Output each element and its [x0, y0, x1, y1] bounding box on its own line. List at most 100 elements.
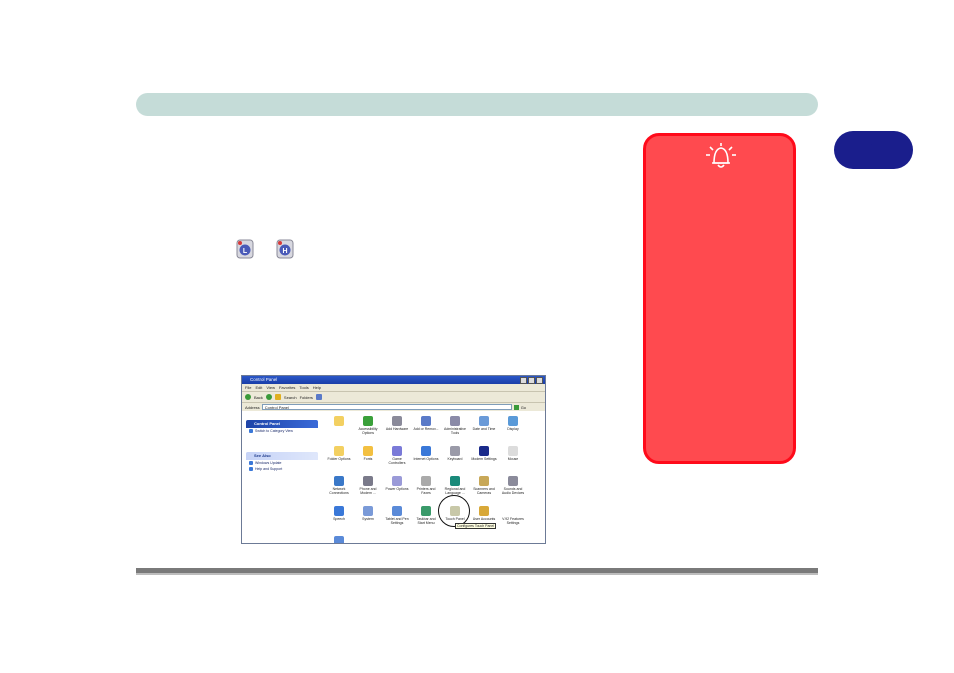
control-panel-item-label: Add or Remov... — [413, 427, 439, 431]
control-panel-item[interactable]: Phone and Modem ... — [355, 476, 381, 495]
minimize-button[interactable] — [520, 377, 527, 384]
control-panel-item-label: Taskbar and Start Menu — [416, 517, 436, 525]
pane-title-see-also[interactable]: See Also — [246, 452, 318, 460]
control-panel-item-icon — [334, 446, 344, 456]
control-panel-item-label: User Accounts — [472, 517, 496, 521]
control-panel-item[interactable]: Folder Options — [326, 446, 352, 461]
control-panel-item[interactable]: Game Controllers — [384, 446, 410, 465]
touchpad-key-icon: H — [276, 239, 294, 259]
window-title: Control Panel — [250, 377, 278, 382]
control-panel-item-label: Speech — [333, 517, 345, 521]
control-panel-item-label: Tablet and Pen Settings — [385, 517, 409, 525]
control-panel-item[interactable]: User Accounts — [471, 506, 497, 521]
control-panel-item[interactable]: Fonts — [355, 446, 381, 461]
go-button[interactable]: Go — [521, 405, 526, 410]
maximize-button[interactable] — [528, 377, 535, 384]
control-panel-item-icon — [421, 506, 431, 516]
control-panel-item[interactable]: Modem Settings — [471, 446, 497, 461]
control-panel-item[interactable] — [326, 536, 352, 543]
control-panel-item[interactable]: Regional and Language ... — [442, 476, 468, 495]
warning-bell-icon — [706, 143, 736, 168]
control-panel-item[interactable]: Add Hardware — [384, 416, 410, 431]
go-icon[interactable] — [513, 404, 519, 410]
control-panel-pane: Control Panel Switch to Category View — [246, 420, 318, 434]
control-panel-item-icon — [479, 446, 489, 456]
up-folder-icon[interactable] — [274, 394, 281, 400]
see-also-pane: See Also Windows Update Help and Support — [246, 452, 318, 472]
control-panel-item[interactable]: Printers and Faxes — [413, 476, 439, 495]
address-field[interactable]: Control Panel — [261, 404, 512, 410]
menu-favorites[interactable]: Favorites — [279, 384, 295, 391]
menu-view[interactable]: View — [266, 384, 275, 391]
control-panel-item-icon — [334, 416, 344, 426]
control-panel-item[interactable]: Add or Remov... — [413, 416, 439, 431]
control-panel-item[interactable]: Display — [500, 416, 526, 431]
back-icon[interactable] — [245, 394, 251, 400]
control-panel-item-label: Network Connections — [329, 487, 349, 495]
control-panel-item[interactable]: Internet Options — [413, 446, 439, 461]
control-panel-item[interactable]: Date and Time — [471, 416, 497, 431]
control-panel-item-label: Display — [507, 427, 519, 431]
control-panel-item-label: Game Controllers — [388, 457, 406, 465]
search-button[interactable]: Search — [284, 395, 297, 400]
control-panel-item-icon — [450, 446, 460, 456]
control-panel-item[interactable]: V.92 Features Settings — [500, 506, 526, 525]
footer-rule — [136, 568, 818, 575]
menu-bar: File Edit View Favorites Tools Help — [242, 384, 545, 391]
switch-to-category-view-link[interactable]: Switch to Category View — [246, 428, 318, 434]
control-panel-item-icon — [450, 476, 460, 486]
control-panel-item[interactable]: Tablet and Pen Settings — [384, 506, 410, 525]
menu-help[interactable]: Help — [313, 384, 321, 391]
control-panel-item-icon — [421, 416, 431, 426]
control-panel-item[interactable]: Mouse — [500, 446, 526, 461]
control-panel-item[interactable]: Taskbar and Start Menu — [413, 506, 439, 525]
address-label: Address — [245, 404, 260, 410]
menu-edit[interactable]: Edit — [255, 384, 262, 391]
control-panel-item[interactable]: Power Options — [384, 476, 410, 491]
close-button[interactable] — [536, 377, 543, 384]
control-panel-item[interactable] — [326, 416, 352, 427]
control-panel-item[interactable]: Network Connections — [326, 476, 352, 495]
control-panel-item-icon — [421, 446, 431, 456]
chapter-tab: 1 — [834, 131, 913, 169]
control-panel-item-label: Scanners and Cameras — [473, 487, 495, 495]
menu-tools[interactable]: Tools — [299, 384, 308, 391]
control-panel-item[interactable]: Keyboard — [442, 446, 468, 461]
control-panel-item-label: Date and Time — [472, 427, 496, 431]
control-panel-item-icon — [363, 476, 373, 486]
help-and-support-link[interactable]: Help and Support — [246, 466, 318, 472]
control-panel-item[interactable]: Accessibility Options — [355, 416, 381, 435]
control-panel-item-icon — [421, 476, 431, 486]
chapter-number: 1 — [869, 140, 878, 156]
window-titlebar: Control Panel — [242, 376, 545, 384]
control-panel-item[interactable]: Sounds and Audio Devices — [500, 476, 526, 495]
control-panel-item-label: Phone and Modem ... — [359, 487, 377, 495]
control-panel-item-label: Sounds and Audio Devices — [501, 487, 525, 495]
control-panel-item-label: Modem Settings — [471, 457, 497, 461]
control-panel-item-label: Folder Options — [327, 457, 351, 461]
menu-file[interactable]: File — [245, 384, 251, 391]
control-panel-item-icon — [392, 506, 402, 516]
control-panel-item-icon — [479, 416, 489, 426]
control-panel-item-label: Add Hardware — [385, 427, 409, 431]
control-panel-item-icon — [508, 416, 518, 426]
pane-title-control-panel[interactable]: Control Panel — [246, 420, 318, 428]
control-panel-item[interactable]: Speech — [326, 506, 352, 521]
views-icon[interactable] — [315, 394, 322, 400]
control-panel-item[interactable]: Scanners and Cameras — [471, 476, 497, 495]
toolbar: Back Search Folders — [242, 391, 545, 402]
touchpad-lock-key-icon: L — [236, 239, 254, 259]
forward-icon[interactable] — [265, 394, 272, 400]
control-panel-item-label: Regional and Language ... — [444, 487, 466, 495]
control-panel-screenshot: Control Panel File Edit View Favorites T… — [241, 375, 546, 544]
folders-button[interactable]: Folders — [300, 395, 313, 400]
control-panel-item-icon — [363, 416, 373, 426]
control-panel-item-label: Fonts — [363, 457, 373, 461]
control-panel-item[interactable]: Administrative Tools — [442, 416, 468, 435]
control-panel-item-label: System — [362, 517, 374, 521]
control-panel-item[interactable]: System — [355, 506, 381, 521]
back-button[interactable]: Back — [254, 395, 263, 400]
control-panel-item-label: Accessibility Options — [358, 427, 378, 435]
control-panel-item-icon — [450, 416, 460, 426]
control-panel-item-icon — [479, 476, 489, 486]
